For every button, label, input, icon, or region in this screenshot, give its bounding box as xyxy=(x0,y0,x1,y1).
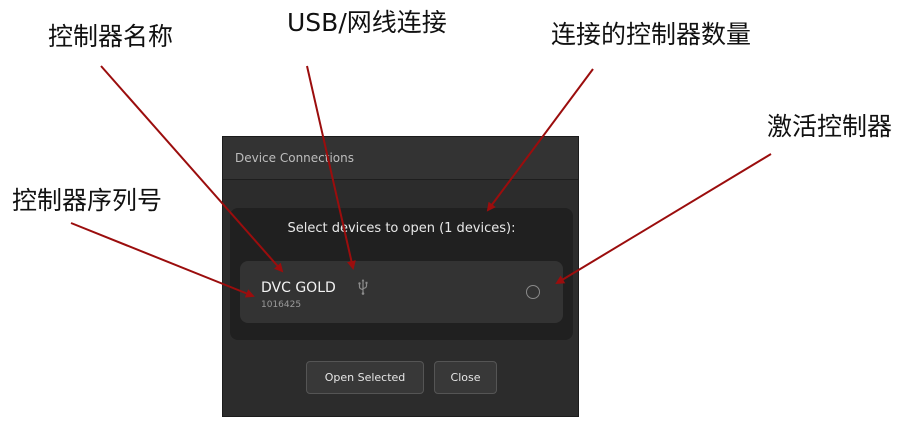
callout-controller-serial: 控制器序列号 xyxy=(12,186,163,215)
usb-icon xyxy=(358,279,368,295)
device-serial: 1016425 xyxy=(261,300,302,310)
dialog-titlebar[interactable]: Device Connections xyxy=(223,137,578,180)
callout-device-count: 连接的控制器数量 xyxy=(551,20,752,49)
device-row[interactable]: DVC GOLD 1016425 xyxy=(240,261,563,323)
device-select-radio[interactable] xyxy=(526,285,540,299)
open-selected-button[interactable]: Open Selected xyxy=(306,361,424,394)
device-name: DVC GOLD xyxy=(261,280,336,296)
arrow-activate-controller xyxy=(555,153,772,285)
device-list-panel: Select devices to open (1 devices): DVC … xyxy=(230,208,573,340)
callout-usb-network: USB/网线连接 xyxy=(287,8,447,37)
device-list-heading: Select devices to open (1 devices): xyxy=(287,221,516,236)
callout-controller-name: 控制器名称 xyxy=(48,22,174,51)
dialog-title: Device Connections xyxy=(235,151,355,165)
close-button[interactable]: Close xyxy=(434,361,497,394)
callout-activate-controller: 激活控制器 xyxy=(767,112,893,141)
annotated-screenshot: 控制器名称 USB/网线连接 连接的控制器数量 控制器序列号 激活控制器 Dev… xyxy=(0,0,913,426)
device-connections-dialog: Device Connections Select devices to ope… xyxy=(223,137,578,416)
